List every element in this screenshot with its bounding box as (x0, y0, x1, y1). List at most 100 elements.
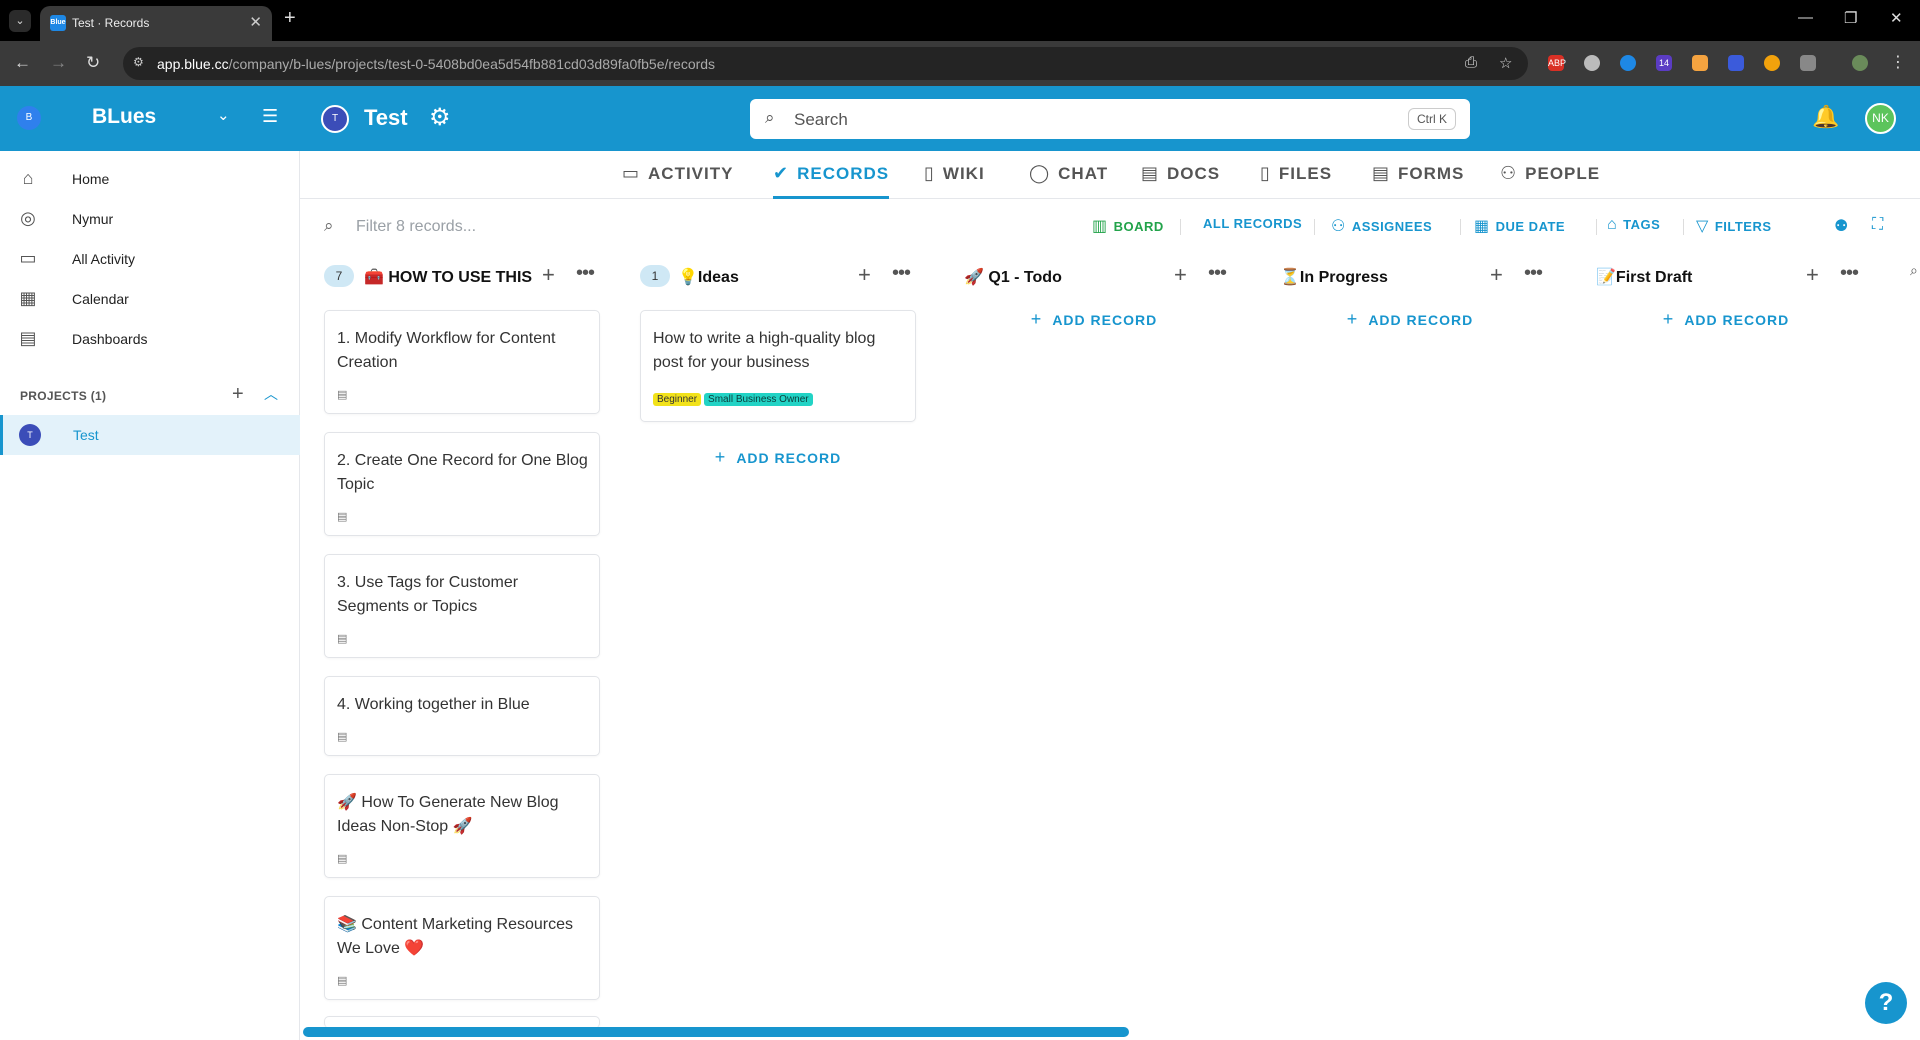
due-date-button[interactable]: ▦ DUE DATE (1474, 216, 1565, 236)
record-card[interactable]: 🚀 How To Generate New Blog Ideas Non-Sto… (324, 774, 600, 878)
extension-badge-icon[interactable]: 14 (1656, 55, 1672, 71)
tags-button[interactable]: ⌂ TAGS (1607, 216, 1660, 234)
extension-icon[interactable] (1728, 55, 1744, 71)
site-info-icon[interactable]: ⚙ (133, 55, 149, 71)
record-card[interactable]: 2. Create One Record for One Blog Topic … (324, 432, 600, 536)
horizontal-scrollbar[interactable] (303, 1027, 1129, 1037)
docs-icon: ▤ (1141, 163, 1160, 183)
plus-icon: + (714, 447, 727, 467)
extension-icon[interactable] (1692, 55, 1708, 71)
column-search-icon[interactable]: ⌕ (1910, 262, 1918, 279)
tab-records[interactable]: ✔ RECORDS (773, 163, 890, 199)
add-record-icon[interactable]: + (1490, 262, 1503, 288)
extension-icon[interactable] (1620, 55, 1636, 71)
record-card[interactable]: 3. Use Tags for Customer Segments or Top… (324, 554, 600, 658)
tab-chat[interactable]: ◯ CHAT (1029, 163, 1108, 199)
column-title[interactable]: ⏳In Progress (1280, 267, 1388, 287)
adblock-extension-icon[interactable]: ABP (1548, 55, 1566, 71)
tab-wiki[interactable]: ▯ WIKI (924, 163, 985, 199)
record-title: 🚀 How To Generate New Blog Ideas Non-Sto… (337, 794, 559, 835)
app-header: B BLues ⌄ ☰ T Test ⚙ ⌕ Search Ctrl K 🔔 N… (0, 86, 1920, 151)
collapse-sidebar-icon[interactable]: ☰ (262, 106, 278, 127)
add-record-icon[interactable]: + (1806, 262, 1819, 288)
back-icon[interactable]: ← (14, 53, 31, 73)
tab-files[interactable]: ▯ FILES (1260, 163, 1332, 199)
profile-icon[interactable] (1852, 55, 1868, 71)
filters-button[interactable]: ▽ FILTERS (1696, 216, 1772, 236)
browser-menu-icon[interactable]: ⋮ (1890, 55, 1906, 71)
add-record-button[interactable]: + ADD RECORD (640, 447, 916, 468)
sidebar-item-home[interactable]: ⌂ Home (0, 159, 300, 199)
search-shortcut: Ctrl K (1408, 108, 1456, 130)
tab-people[interactable]: ⚇ PEOPLE (1500, 163, 1600, 199)
more-options-icon[interactable]: ••• (892, 262, 911, 285)
add-record-button[interactable]: + ADD RECORD (956, 309, 1232, 330)
workspace-avatar[interactable]: B (17, 106, 41, 130)
automation-robot-icon[interactable]: ⚉ (1834, 216, 1855, 236)
more-options-icon[interactable]: ••• (576, 262, 595, 285)
tab-activity[interactable]: ▭ ACTIVITY (622, 163, 733, 199)
sidebar-item-calendar[interactable]: ▦ Calendar (0, 279, 300, 319)
close-tab-icon[interactable]: ✕ (249, 13, 262, 31)
new-tab-button[interactable]: + (284, 7, 296, 30)
plus-icon: + (1662, 309, 1675, 329)
add-record-icon[interactable]: + (858, 262, 871, 288)
sidebar-item-nymur[interactable]: ◎ Nymur (0, 199, 300, 239)
install-icon[interactable]: ⎙ (1465, 54, 1477, 71)
minimize-icon[interactable]: — (1798, 9, 1813, 26)
chevron-down-icon[interactable]: ⌄ (217, 106, 230, 124)
more-options-icon[interactable]: ••• (1840, 262, 1859, 285)
chevron-up-icon[interactable]: ︿ (264, 384, 278, 404)
column-title[interactable]: 🚀 Q1 - Todo (964, 267, 1062, 287)
sidebar-item-dashboards[interactable]: ▤ Dashboards (0, 319, 300, 359)
file-icon: ▯ (1260, 163, 1271, 183)
all-records-button[interactable]: ALL RECORDS (1203, 216, 1302, 231)
column-title[interactable]: 📝First Draft (1596, 267, 1692, 287)
add-record-button[interactable]: + ADD RECORD (1272, 309, 1548, 330)
sidebar-item-project-test[interactable]: T Test (0, 415, 300, 455)
assignees-button[interactable]: ⚇ ASSIGNEES (1331, 216, 1432, 236)
board-view-button[interactable]: ▥ BOARD (1092, 216, 1164, 236)
add-record-icon[interactable]: + (542, 262, 555, 288)
more-options-icon[interactable]: ••• (1524, 262, 1543, 285)
extension-icon[interactable] (1764, 55, 1780, 71)
project-name[interactable]: Test (364, 105, 408, 131)
tab-search-button[interactable]: ⌄ (9, 10, 31, 32)
fullscreen-icon[interactable]: ⛶ (1872, 216, 1890, 234)
description-icon: ▤ (337, 511, 348, 523)
record-card[interactable]: 4. Working together in Blue ▤ (324, 676, 600, 756)
search-input[interactable]: ⌕ Search Ctrl K (750, 99, 1470, 139)
sidebar-item-all-activity[interactable]: ▭ All Activity (0, 239, 300, 279)
help-button[interactable]: ? (1865, 982, 1907, 1024)
record-card[interactable]: 📚 Content Marketing Resources We Love ❤️… (324, 896, 600, 1000)
description-icon: ▤ (337, 389, 348, 401)
close-window-icon[interactable]: ✕ (1890, 9, 1903, 27)
add-record-icon[interactable]: + (1174, 262, 1187, 288)
add-record-button[interactable]: + ADD RECORD (1588, 309, 1864, 330)
add-project-button[interactable]: + (232, 383, 244, 406)
forward-icon[interactable]: → (50, 53, 67, 73)
bookmark-star-icon[interactable]: ☆ (1499, 54, 1512, 72)
extension-icon[interactable] (1584, 55, 1600, 71)
gear-icon[interactable]: ⚙ (429, 103, 451, 132)
board-toolbar: ⌕ Filter 8 records... ▥ BOARD ALL RECORDS… (300, 199, 1920, 254)
column-header: 📝First Draft + ••• (1588, 262, 1868, 292)
workspace-name[interactable]: BLues (92, 105, 156, 129)
browser-tab[interactable]: Blue Test · Records ✕ (40, 6, 272, 41)
restore-icon[interactable]: ❐ (1844, 9, 1857, 27)
record-card[interactable]: How to write a high-quality blog post fo… (640, 310, 916, 422)
filter-records-input[interactable]: Filter 8 records... (356, 218, 476, 236)
project-avatar[interactable]: T (321, 105, 349, 133)
bell-icon[interactable]: 🔔 (1812, 104, 1839, 130)
record-card[interactable]: 1. Modify Workflow for Content Creation … (324, 310, 600, 414)
url-bar[interactable]: ⚙ app.blue.cc/company/b-lues/projects/te… (123, 47, 1528, 80)
tab-docs[interactable]: ▤ DOCS (1141, 163, 1220, 199)
extensions-puzzle-icon[interactable] (1800, 55, 1816, 71)
avatar[interactable]: NK (1865, 103, 1896, 134)
reload-icon[interactable]: ↻ (86, 53, 100, 73)
tab-forms[interactable]: ▤ FORMS (1372, 163, 1464, 199)
column-title[interactable]: 💡Ideas (678, 267, 739, 287)
more-options-icon[interactable]: ••• (1208, 262, 1227, 285)
column-title[interactable]: 🧰 HOW TO USE THIS (364, 267, 532, 287)
plus-icon: + (1030, 309, 1043, 329)
